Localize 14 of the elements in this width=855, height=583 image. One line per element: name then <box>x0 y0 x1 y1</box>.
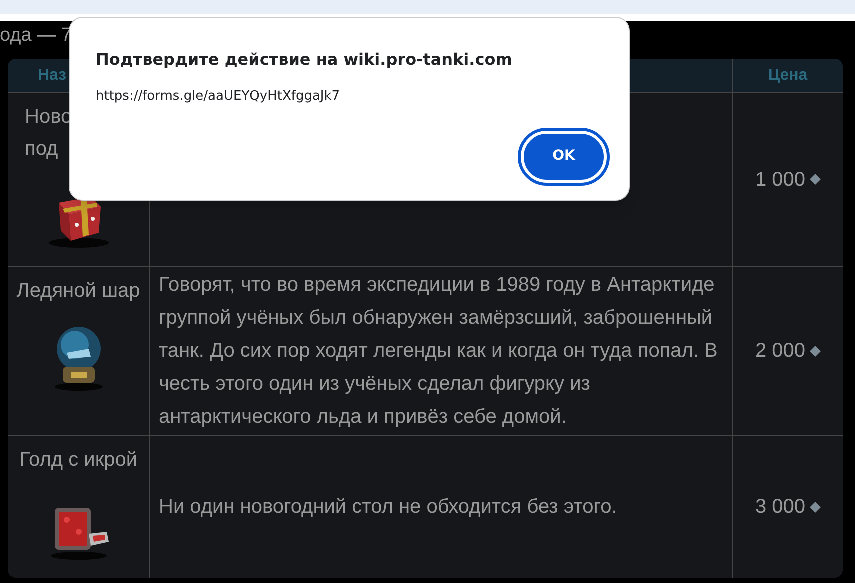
crystal-icon <box>810 502 821 512</box>
item-price: 2 000 <box>755 336 821 366</box>
crystal-icon <box>810 174 821 185</box>
dialog-message: https://forms.gle/aaUEYQyHtXfggaJk7 <box>96 88 342 106</box>
item-name: Ледяной шар <box>16 279 140 304</box>
item-description: Ни один новогодний стол не обходится без этого. <box>159 494 618 520</box>
item-price: 1 000 <box>755 164 821 194</box>
item-description: Говорят, что во время экспедиции в 1989 году в Антарктиде группой учёных был обнаружен замёрзсший, заброшенный танк. До сих пор ходят легенды как и когда он туда попал. В честь этого один из учёных сделал фигурку из антарктического льда и привёз себе домой. <box>159 272 719 430</box>
crystal-icon <box>810 346 821 356</box>
column-header: Цена <box>768 66 808 86</box>
column-header: Наз <box>38 66 67 86</box>
item-price: 3 000 <box>755 492 821 522</box>
dialog-title: Подтвердите действие на wiki.pro-tanki.com <box>96 49 514 71</box>
item-name: Голд с икрой <box>20 448 138 473</box>
